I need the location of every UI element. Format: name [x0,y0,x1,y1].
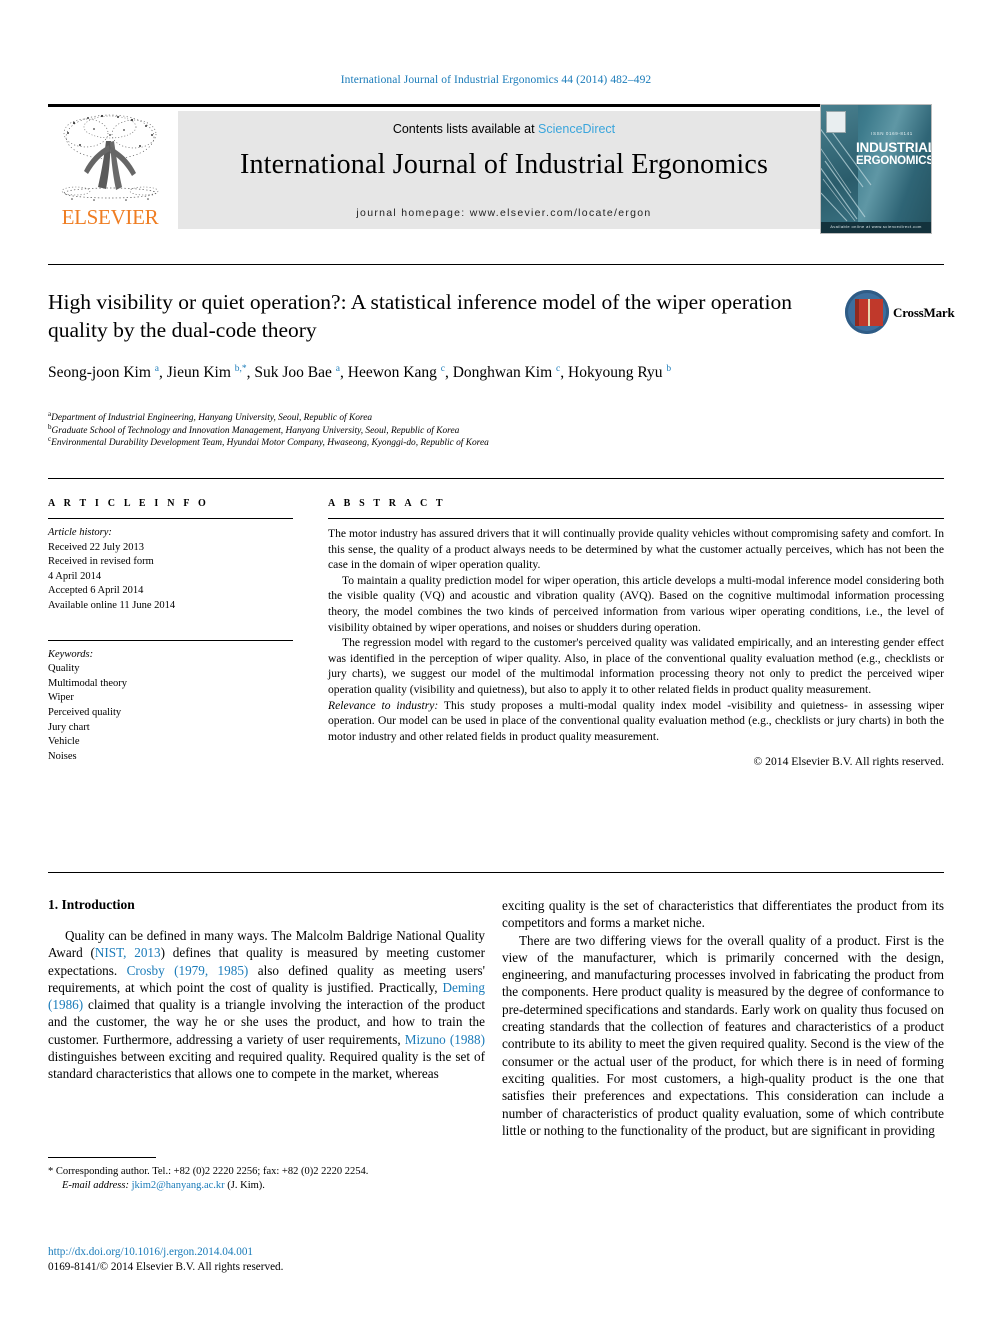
keywords-label: Keywords: [48,648,94,660]
article-info-rule-1 [48,518,293,519]
abstract-relevance: Relevance to industry: This study propos… [328,698,944,743]
contents-prefix: Contents lists available at [392,122,539,136]
cover-issn: ISSN 0169-8141 [871,131,913,136]
article-info-column: A R T I C L E I N F O Article history: R… [48,498,293,764]
corresponding-author-note: * Corresponding author. Tel.: +82 (0)2 2… [48,1166,369,1177]
running-head: International Journal of Industrial Ergo… [340,74,652,86]
keyword-item: Quality [48,663,80,675]
article-history-label: Article history: [48,527,112,538]
body-column-right: exciting quality is the set of character… [502,897,944,1139]
article-info-heading: A R T I C L E I N F O [48,498,209,509]
relevance-label: Relevance to industry: [328,698,439,712]
intro-right-paragraph-2: There are two differing views for the ov… [502,932,944,1138]
journal-article-page: International Journal of Industrial Ergo… [0,0,992,1323]
introduction-left-text: Quality can be defined in many ways. The… [48,927,485,1083]
keyword-item: Noises [48,750,77,762]
keyword-item: Jury chart [48,721,90,733]
masthead-center-panel: Contents lists available at ScienceDirec… [178,111,830,229]
article-info-rule-2 [48,639,293,641]
affiliation-list: aDepartment of Industrial Engineering, H… [48,409,838,450]
email-suffix: (J. Kim). [227,1180,265,1191]
intro-left-paragraph: Quality can be defined in many ways. The… [48,928,486,1082]
keyword-item: Perceived quality [48,706,122,718]
affiliation-item: cEnvironmental Durability Development Te… [48,435,489,449]
title-separator-rule [48,264,944,265]
intro-right-paragraph-1: exciting quality is the set of character… [502,898,944,931]
elsevier-wordmark: ELSEVIER [61,205,159,229]
journal-masthead: ELSEVIER Contents lists available at Sci… [48,104,944,234]
page-title: High visibility or quiet operation?: A s… [48,290,792,342]
masthead-top-rule [48,104,830,107]
introduction-right-text: exciting quality is the set of character… [502,897,944,1139]
abstract-paragraph: The motor industry has assured drivers t… [328,527,944,572]
cover-artwork [821,123,877,223]
affiliation-item: aDepartment of Industrial Engineering, H… [48,409,373,423]
abstract-band-top-rule [48,478,944,479]
author-list: Seong-joon Kim a, Jieun Kim b,*, Suk Joo… [48,363,672,381]
elsevier-tree-icon [54,111,166,204]
email-link[interactable]: jkim2@hanyang.ac.kr [132,1180,225,1191]
abstract-copyright: © 2014 Elsevier B.V. All rights reserved… [753,755,944,769]
crossmark-circle-icon [845,290,889,334]
keyword-item: Multimodal theory [48,677,128,689]
abstract-rule [328,518,944,519]
crossmark-label: CrossMark [893,305,955,320]
crossmark-book-icon [855,299,883,326]
abstract-paragraph: To maintain a quality prediction model f… [328,573,944,634]
contents-available-line: Contents lists available at ScienceDirec… [178,122,830,136]
crossmark-badge[interactable]: CrossMark [845,290,955,342]
keyword-item: Wiper [48,692,74,704]
issn-copyright-line: 0169-8141/© 2014 Elsevier B.V. All right… [48,1261,284,1273]
keywords-list: Quality Multimodal theory Wiper Perceived q… [48,662,293,764]
abstract-heading: A B S T R A C T [328,498,446,509]
article-history-item: Available online 11 June 2014 [48,599,176,611]
doi-block: http://dx.doi.org/10.1016/j.ergon.2014.0… [48,1245,485,1275]
keyword-item: Vehicle [48,736,80,748]
journal-cover-thumbnail: ISSN 0169-8141 INDUSTRIAL ERGONOMICS Ava… [820,104,932,234]
abstract-column: A B S T R A C T The motor industry has a… [328,498,944,768]
article-history-list: Received 22 July 2013 Received in revised… [48,541,293,614]
article-history-item: Accepted 6 April 2014 [48,585,144,597]
affiliation-item: bGraduate School of Technology and Innov… [48,422,460,436]
affiliation-mark: c [48,435,52,444]
elsevier-logo: ELSEVIER [48,111,172,232]
footnote-rule [48,1157,156,1158]
journal-homepage-link[interactable]: journal homepage: www.elsevier.com/locat… [178,207,830,219]
cover-title-line2: ERGONOMICS [856,155,932,167]
body-column-left: 1. Introduction Quality can be defined i… [48,897,485,1083]
doi-link[interactable]: http://dx.doi.org/10.1016/j.ergon.2014.0… [48,1245,485,1260]
email-label: E-mail address: [62,1180,129,1191]
affiliation-mark: a [48,409,52,418]
cover-footer-text: Available online at www.sciencedirect.co… [830,224,922,229]
article-history-item: Received in revised form [48,556,154,568]
introduction-heading: 1. Introduction [48,897,135,912]
email-note: E-mail address: jkim2@hanyang.ac.kr (J. … [48,1179,485,1193]
sciencedirect-link[interactable]: ScienceDirect [538,122,615,136]
article-history-item: Received 22 July 2013 [48,541,144,553]
article-history-item: 4 April 2014 [48,570,102,582]
abstract-band-bottom-rule [48,872,944,873]
affiliation-mark: b [48,422,52,431]
footnote-block: * Corresponding author. Tel.: +82 (0)2 2… [48,1157,485,1193]
abstract-body: The motor industry has assured drivers t… [328,526,944,744]
abstract-paragraph: The regression model with regard to the … [328,636,944,696]
cover-title-line1: INDUSTRIAL [856,140,932,155]
journal-title: International Journal of Industrial Ergo… [239,149,769,180]
cover-seal-icon [826,111,846,133]
